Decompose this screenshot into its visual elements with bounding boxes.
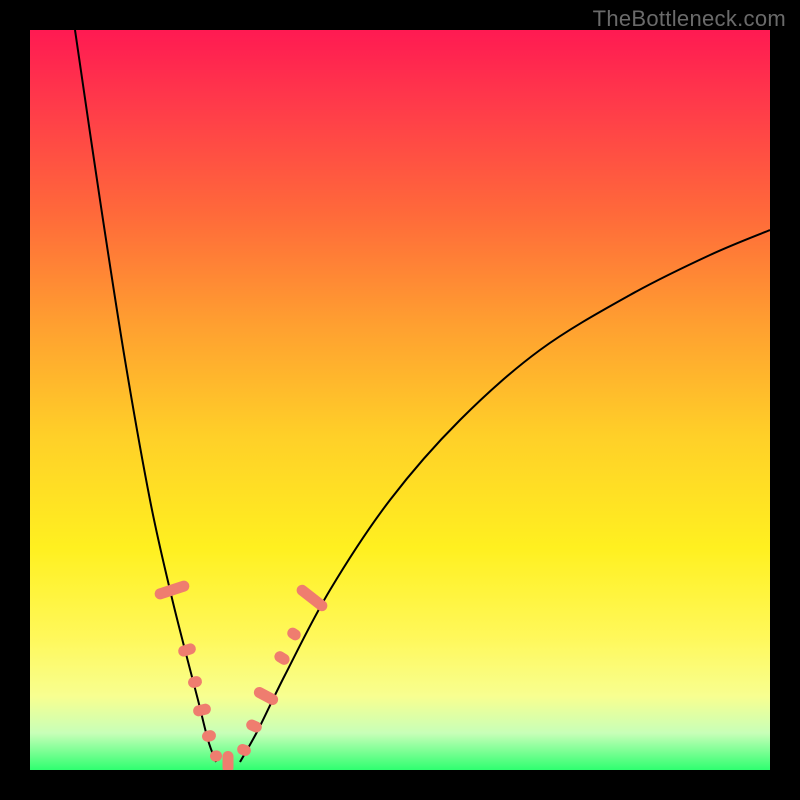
data-bead bbox=[177, 642, 198, 658]
data-bead bbox=[285, 626, 303, 643]
data-bead bbox=[223, 751, 234, 770]
data-bead bbox=[201, 729, 217, 743]
chart-area bbox=[30, 30, 770, 770]
chart-svg bbox=[30, 30, 770, 770]
data-bead bbox=[252, 685, 280, 707]
data-bead bbox=[272, 649, 291, 667]
watermark-text: TheBottleneck.com bbox=[593, 6, 786, 32]
right-branch-curve bbox=[240, 230, 770, 762]
data-bead bbox=[187, 675, 203, 689]
data-bead bbox=[192, 702, 212, 717]
left-branch-curve bbox=[75, 30, 216, 762]
bead-group bbox=[153, 579, 329, 770]
data-bead bbox=[244, 718, 263, 735]
